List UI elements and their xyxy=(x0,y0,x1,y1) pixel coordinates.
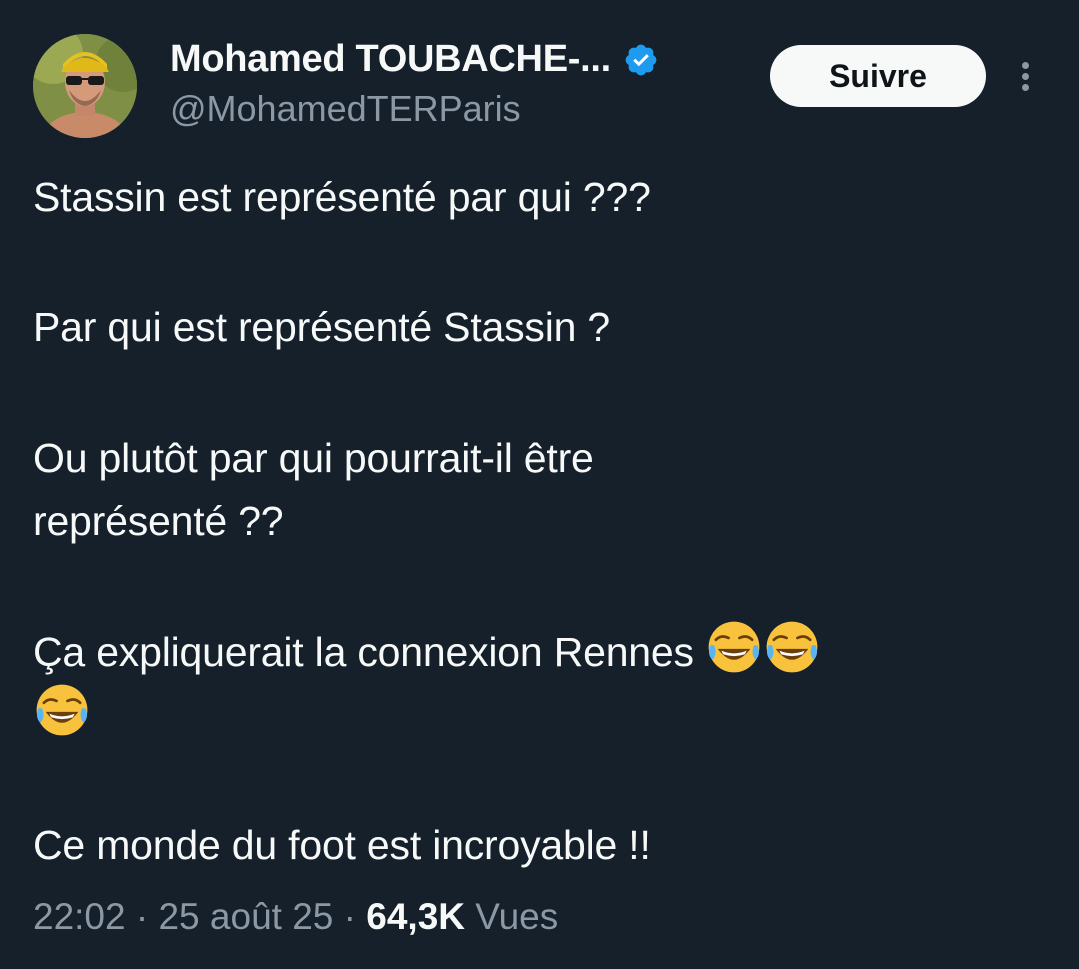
tweet: Mohamed TOUBACHE-... @MohamedTERParis Su… xyxy=(0,0,1079,969)
views-count[interactable]: 64,3K xyxy=(366,896,465,937)
tweet-line-3: Ou plutôt par qui pourrait-il être xyxy=(33,435,594,481)
views-label: Vues xyxy=(475,896,559,937)
tweet-line-6 xyxy=(33,681,91,747)
tweet-line-5-text: Ça expliquerait la connexion Rennes xyxy=(33,629,694,675)
author-avatar[interactable] xyxy=(33,34,137,138)
face-with-tears-of-joy-icon xyxy=(705,618,763,676)
tweet-line-1: Stassin est représenté par qui ??? xyxy=(33,174,651,220)
author-name-row[interactable]: Mohamed TOUBACHE-... xyxy=(170,38,659,81)
tweet-meta: 22:02 · 25 août 25 · 64,3K Vues xyxy=(33,896,558,938)
author-handle[interactable]: @MohamedTERParis xyxy=(170,88,521,130)
face-with-tears-of-joy-icon xyxy=(763,618,821,676)
more-vertical-icon[interactable] xyxy=(1010,56,1042,96)
tweet-time[interactable]: 22:02 xyxy=(33,896,126,937)
verified-badge-icon xyxy=(623,42,659,78)
author-display-name[interactable]: Mohamed TOUBACHE-... xyxy=(170,38,611,81)
meta-separator: · xyxy=(343,896,356,937)
meta-separator: · xyxy=(135,896,149,937)
follow-button[interactable]: Suivre xyxy=(770,45,986,107)
tweet-line-5: Ça expliquerait la connexion Rennes xyxy=(33,618,821,684)
tweet-line-7: Ce monde du foot est incroyable !! xyxy=(33,822,651,868)
tweet-line-2: Par qui est représenté Stassin ? xyxy=(33,304,611,350)
tweet-line-4: représenté ?? xyxy=(33,498,284,544)
tweet-date[interactable]: 25 août 25 xyxy=(158,896,333,937)
face-with-tears-of-joy-icon xyxy=(33,681,91,739)
